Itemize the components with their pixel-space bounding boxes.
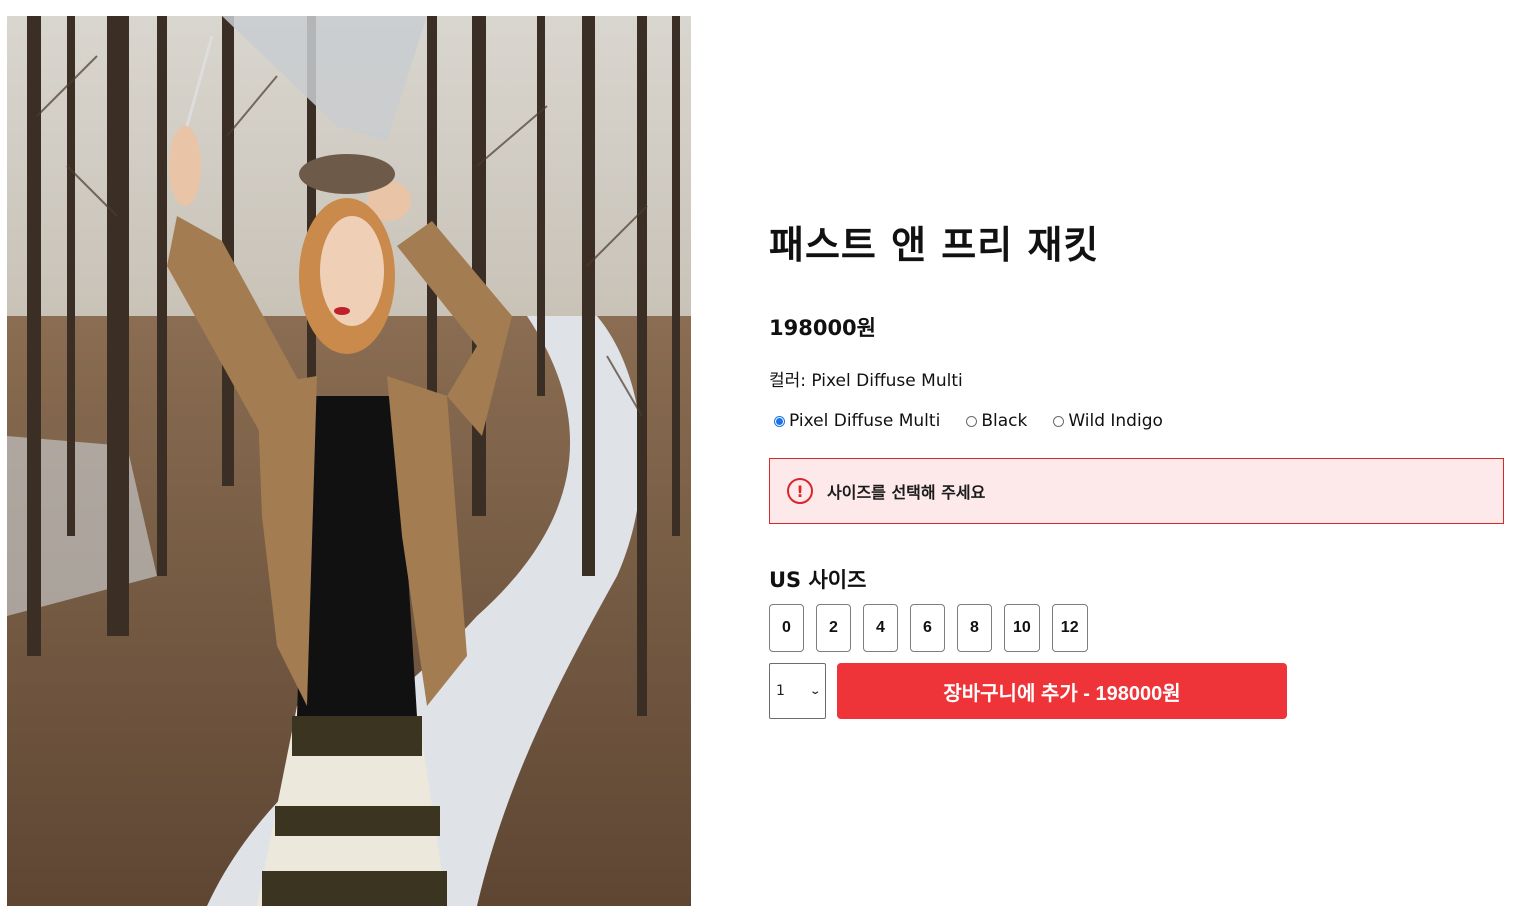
size-button-12[interactable]: 12 (1051, 604, 1088, 652)
selected-color-label: 컬러: Pixel Diffuse Multi (769, 371, 963, 391)
size-button-10[interactable]: 10 (1004, 604, 1040, 652)
color-option-label: Pixel Diffuse Multi (789, 411, 941, 431)
quantity-select[interactable]: 1 ⌄ (769, 663, 826, 719)
color-option-pixel-diffuse-multi[interactable]: Pixel Diffuse Multi (774, 411, 940, 431)
exclamation-icon: ! (787, 478, 813, 504)
size-options: 0 2 4 6 8 10 12 (769, 604, 1100, 652)
size-button-4[interactable]: 4 (863, 604, 898, 652)
radio-unselected[interactable] (966, 415, 978, 427)
product-page: 패스트 앤 프리 재킷 198000원 컬러: Pixel Diffuse Mu… (0, 0, 1515, 906)
color-option-label: Black (981, 411, 1028, 431)
product-image (7, 16, 691, 906)
radio-selected[interactable] (774, 415, 785, 427)
size-button-0[interactable]: 0 (769, 604, 804, 652)
color-option-label: Wild Indigo (1068, 411, 1163, 431)
product-price: 198000원 (769, 316, 876, 340)
color-option-wild-indigo[interactable]: Wild Indigo (1053, 411, 1163, 431)
alert-message: 사이즈를 선택해 주세요 (827, 483, 986, 502)
chevron-down-icon: ⌄ (808, 685, 821, 697)
size-button-8[interactable]: 8 (957, 604, 992, 652)
radio-unselected[interactable] (1053, 415, 1065, 427)
color-options: Pixel Diffuse Multi Black Wild Indigo (774, 411, 1189, 431)
add-to-cart-button[interactable]: 장바구니에 추가 - 198000원 (837, 663, 1287, 719)
size-error-alert: ! 사이즈를 선택해 주세요 (769, 458, 1504, 524)
size-section-label: US 사이즈 (769, 568, 867, 592)
size-button-6[interactable]: 6 (910, 604, 945, 652)
color-option-black[interactable]: Black (966, 411, 1027, 431)
size-button-2[interactable]: 2 (816, 604, 851, 652)
quantity-value: 1 (776, 683, 785, 699)
product-title: 패스트 앤 프리 재킷 (769, 223, 1100, 267)
